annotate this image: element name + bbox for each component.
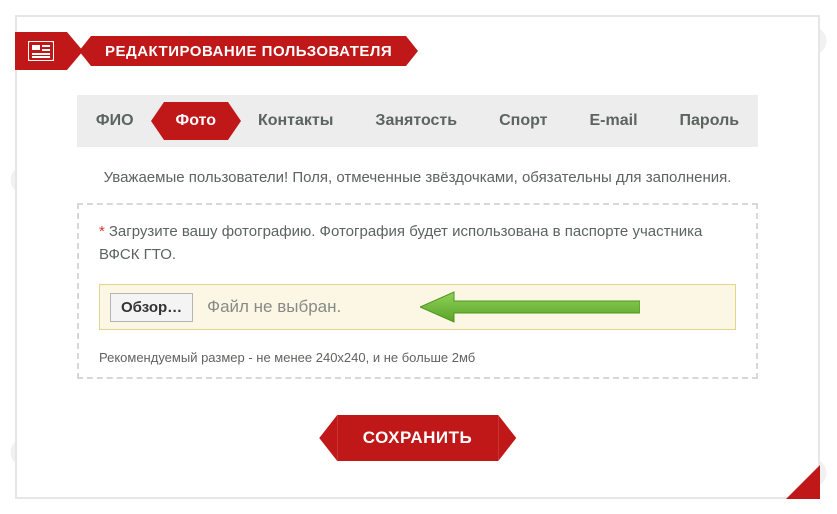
tab-bar: ФИО Фото Контакты Занятость Спорт E-mail… [77, 95, 758, 147]
tab-employment[interactable]: Занятость [363, 104, 469, 138]
browse-button[interactable]: Обзор… [110, 293, 193, 322]
save-button[interactable]: СОХРАНИТЬ [337, 415, 499, 461]
newspaper-icon [28, 41, 54, 61]
required-fields-notice: Уважаемые пользователи! Поля, отмеченные… [17, 169, 818, 186]
upload-label-text: Загрузите вашу фотографию. Фотография бу… [99, 223, 702, 263]
upload-panel: *Загрузите вашу фотографию. Фотография б… [77, 203, 758, 379]
tab-email[interactable]: E-mail [578, 104, 650, 138]
tab-contacts[interactable]: Контакты [246, 104, 345, 138]
tab-password[interactable]: Пароль [668, 104, 752, 138]
card-header: РЕДАКТИРОВАНИЕ ПОЛЬЗОВАТЕЛЯ [15, 32, 406, 70]
required-mark: * [99, 223, 105, 240]
tab-photo[interactable]: Фото [164, 102, 228, 140]
upload-label: *Загрузите вашу фотографию. Фотография б… [99, 221, 736, 266]
file-input-box: Обзор… Файл не выбран. [99, 284, 736, 330]
upload-recommendation: Рекомендуемый размер - не менее 240х240,… [99, 350, 475, 365]
save-button-label: СОХРАНИТЬ [363, 428, 473, 448]
header-title-wrap: РЕДАКТИРОВАНИЕ ПОЛЬЗОВАТЕЛЯ [91, 36, 406, 66]
page-title: РЕДАКТИРОВАНИЕ ПОЛЬЗОВАТЕЛЯ [105, 43, 392, 60]
corner-decoration [786, 465, 820, 499]
tab-fio[interactable]: ФИО [84, 104, 146, 138]
hint-arrow-icon [420, 290, 640, 324]
file-status-text: Файл не выбран. [207, 297, 341, 317]
header-badge [15, 32, 67, 70]
edit-user-card: РЕДАКТИРОВАНИЕ ПОЛЬЗОВАТЕЛЯ ФИО Фото Кон… [15, 15, 820, 499]
tab-sport[interactable]: Спорт [487, 104, 559, 138]
